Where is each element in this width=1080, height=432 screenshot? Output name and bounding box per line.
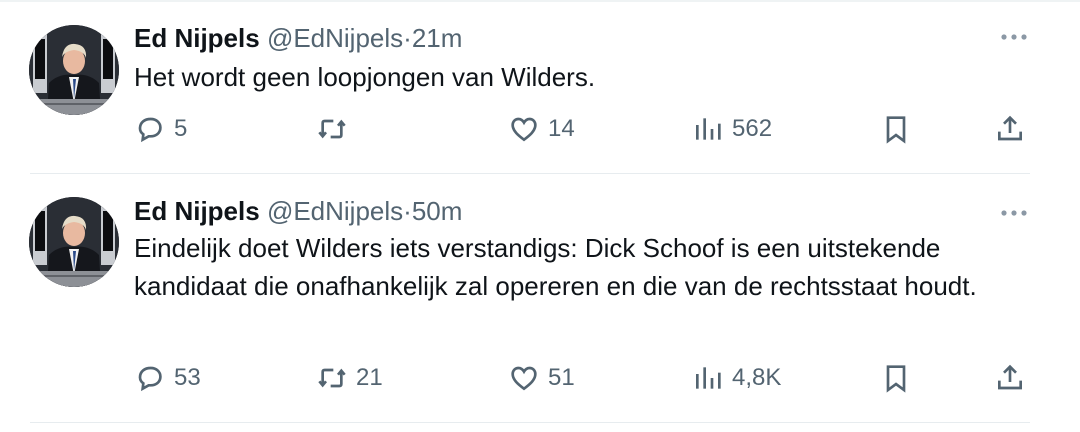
author-name[interactable]: Ed Nijpels [134, 196, 260, 226]
like-count: 14 [548, 115, 575, 142]
tweet-text: Het wordt geen loopjongen van Wilders. [134, 62, 596, 92]
views-count: 4,8K [732, 364, 782, 391]
author-handle[interactable]: @EdNijpels [267, 23, 403, 53]
bookmark-button[interactable] [880, 109, 912, 149]
views-button[interactable]: 4,8K [692, 358, 781, 398]
separator-dot: · [403, 196, 412, 226]
reply-button[interactable]: 5 [134, 109, 187, 149]
tweet-actions: 53 21 51 4,8K [134, 358, 1034, 398]
views-bar-chart-icon [696, 118, 721, 140]
share-upload-icon [998, 364, 1022, 390]
author-handle[interactable]: @EdNijpels [267, 196, 403, 226]
reply-bubble-icon [138, 366, 162, 392]
heart-icon [511, 366, 537, 391]
reply-count: 53 [174, 364, 201, 391]
avatar[interactable] [29, 25, 119, 115]
tweet-divider [30, 422, 1030, 423]
views-button[interactable]: 562 [692, 109, 772, 149]
share-upload-icon [998, 115, 1022, 141]
reply-button[interactable]: 53 [134, 358, 201, 398]
avatar-photo [29, 25, 119, 115]
tweet-header: Ed Nijpels @EdNijpels·21m [134, 23, 462, 53]
tweet-text: Eindelijk doet Wilders iets verstandigs:… [134, 233, 977, 301]
tweet-header: Ed Nijpels @EdNijpels·50m [134, 196, 462, 226]
author-name[interactable]: Ed Nijpels [134, 23, 260, 53]
bookmark-icon [886, 365, 906, 393]
avatar[interactable] [29, 197, 119, 287]
retweet-button[interactable]: 21 [316, 358, 383, 398]
bookmark-button[interactable] [880, 358, 912, 398]
tweet-actions: 5 14 562 [134, 109, 1034, 149]
retweet-icon [318, 119, 346, 139]
tweet[interactable]: Ed Nijpels @EdNijpels·50m Eindelijk doet… [0, 174, 1080, 424]
like-button[interactable]: 14 [508, 109, 575, 149]
tweet[interactable]: Ed Nijpels @EdNijpels·21m Het wordt geen… [0, 0, 1080, 174]
tweet-time[interactable]: 50m [412, 196, 463, 226]
like-button[interactable]: 51 [508, 358, 575, 398]
tweet-time[interactable]: 21m [412, 23, 463, 53]
reply-bubble-icon [138, 117, 162, 143]
more-horizontal-icon[interactable] [1000, 203, 1028, 223]
retweet-count: 21 [356, 364, 383, 391]
separator-dot: · [403, 23, 412, 53]
avatar-photo [29, 197, 119, 287]
views-bar-chart-icon [696, 367, 721, 389]
retweet-button[interactable] [316, 109, 356, 149]
share-button[interactable] [994, 358, 1026, 398]
like-count: 51 [548, 364, 575, 391]
more-horizontal-icon[interactable] [1000, 27, 1028, 47]
retweet-icon [318, 368, 346, 388]
bookmark-icon [886, 116, 906, 144]
views-count: 562 [732, 115, 773, 142]
share-button[interactable] [994, 109, 1026, 149]
reply-count: 5 [174, 115, 188, 142]
heart-icon [511, 117, 537, 142]
